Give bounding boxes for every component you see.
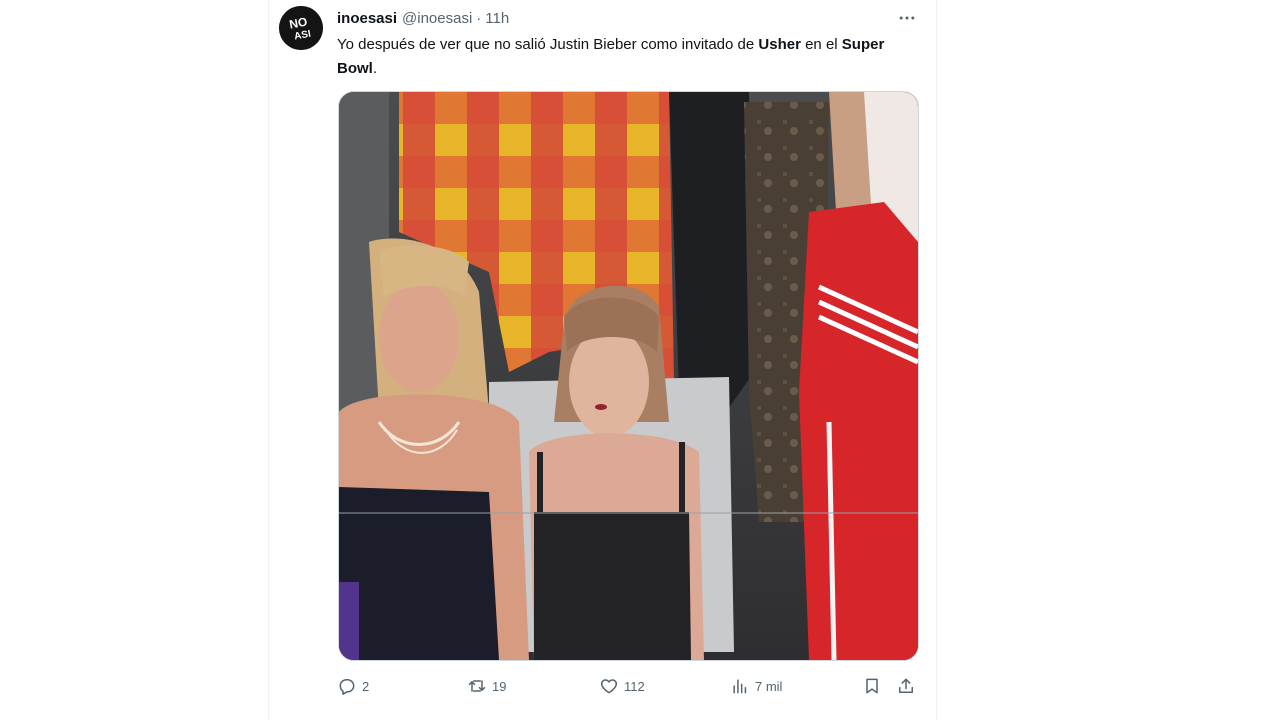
tweet-text-part1: Yo después de ver que no salió Justin Bi… xyxy=(337,36,759,53)
views-count: 7 mil xyxy=(755,678,783,694)
photo-illustration xyxy=(339,92,918,660)
bookmark-button[interactable] xyxy=(862,672,887,700)
tweet-header: inoesasi @inoesasi · 11h xyxy=(337,8,509,28)
tweet-text: Yo después de ver que no salió Justin Bi… xyxy=(337,33,917,81)
retweet-button[interactable]: 19 xyxy=(467,672,506,700)
column-border-right xyxy=(936,0,937,720)
tweet[interactable]: NO ASI inoesasi @inoesasi · 11h Yo despu… xyxy=(269,0,936,720)
retweet-icon xyxy=(468,680,486,692)
share-button[interactable] xyxy=(896,672,921,700)
bookmark-icon xyxy=(866,678,878,694)
author-name[interactable]: inoesasi xyxy=(337,10,397,27)
tweet-text-part3: . xyxy=(372,60,378,77)
tweet-text-part2: en el xyxy=(800,36,842,53)
tweet-actions: 2 19 112 7 mil xyxy=(335,672,925,700)
reply-icon xyxy=(339,679,355,695)
like-button[interactable]: 112 xyxy=(599,672,645,700)
avatar[interactable]: NO ASI xyxy=(279,6,323,50)
author-handle[interactable]: @inoesasi xyxy=(402,10,472,27)
reply-count: 2 xyxy=(362,678,370,694)
tweet-media-photo[interactable] xyxy=(338,91,919,661)
more-options-button[interactable] xyxy=(895,8,919,28)
like-count: 112 xyxy=(624,678,645,694)
views-icon xyxy=(733,679,747,694)
views-button[interactable]: 7 mil xyxy=(730,672,782,700)
retweet-count: 19 xyxy=(492,678,507,694)
timestamp[interactable]: 11h xyxy=(485,10,509,27)
separator-dot: · xyxy=(476,9,482,27)
more-icon xyxy=(899,16,915,20)
tweet-text-bold-usher: Usher xyxy=(758,36,801,53)
share-icon xyxy=(899,678,913,693)
avatar-logo: NO ASI xyxy=(279,6,323,50)
like-icon xyxy=(600,679,618,694)
reply-button[interactable]: 2 xyxy=(337,672,369,700)
